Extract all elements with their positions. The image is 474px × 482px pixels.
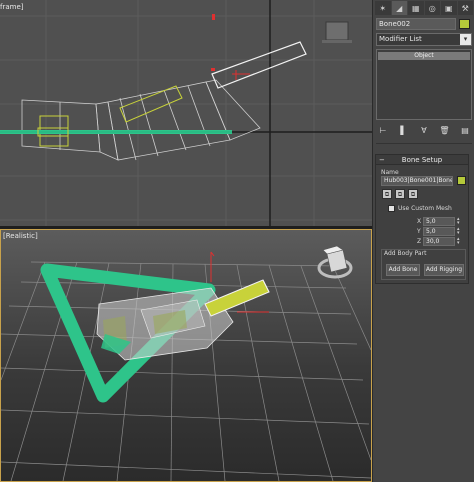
y-spinner[interactable]: ▴ ▾ bbox=[457, 227, 461, 236]
z-size-field[interactable]: 30,0 bbox=[423, 237, 455, 246]
viewport-label[interactable]: frame] bbox=[0, 2, 24, 12]
chevron-down-icon[interactable]: ▾ bbox=[460, 34, 471, 45]
paste-bone-icon[interactable]: ⧉ bbox=[395, 189, 405, 199]
object-color-swatch[interactable] bbox=[459, 19, 470, 29]
front-viewport-canvas bbox=[0, 0, 372, 226]
max-workspace: frame] [Realistic] ✶ ◢ ▦ ◎ ▣ ⚒ Bone002 M… bbox=[0, 0, 474, 482]
display-icon[interactable]: ▣ bbox=[441, 1, 457, 15]
hierarchy-icon[interactable]: ▦ bbox=[408, 1, 424, 15]
panel-divider bbox=[376, 143, 472, 144]
motion-icon[interactable]: ◎ bbox=[424, 1, 440, 15]
create-icon[interactable]: ✶ bbox=[375, 1, 391, 15]
utilities-icon[interactable]: ⚒ bbox=[457, 1, 473, 15]
stack-item-object[interactable]: Object bbox=[378, 52, 470, 60]
use-custom-mesh-checkbox[interactable] bbox=[388, 205, 395, 212]
modifier-stack[interactable]: Object bbox=[376, 49, 472, 120]
y-size-field[interactable]: 5,0 bbox=[423, 227, 455, 236]
viewport-perspective[interactable]: [Realistic] bbox=[0, 229, 372, 482]
view-cube-persp[interactable] bbox=[317, 245, 353, 279]
remove-modifier-icon[interactable]: 🗑 bbox=[438, 125, 452, 137]
add-body-part-label: Add Body Part bbox=[384, 250, 427, 257]
name-label: Name bbox=[381, 169, 399, 176]
make-unique-icon[interactable]: ∀ bbox=[417, 125, 431, 137]
bone-setup-rollout: − Bone Setup Name Hub003|Bone001|Bone00 … bbox=[375, 154, 469, 284]
perspective-viewport-canvas bbox=[1, 245, 371, 481]
paste-mirror-icon[interactable]: ⧉ bbox=[408, 189, 418, 199]
modifier-list-label: Modifier List bbox=[379, 35, 422, 43]
y-label: Y bbox=[417, 228, 421, 235]
modifier-list-dropdown[interactable]: Modifier List ▾ bbox=[376, 33, 472, 46]
add-bone-button[interactable]: Add Bone bbox=[386, 264, 420, 276]
object-name-field[interactable]: Bone002 bbox=[376, 18, 456, 30]
x-label: X bbox=[417, 218, 422, 225]
rollout-title: Bone Setup bbox=[401, 156, 443, 164]
bone-copy-tools: ⧉ ⧉ ⧉ bbox=[382, 189, 418, 199]
z-label: Z bbox=[417, 238, 422, 245]
stack-tools: ⊢ ▌ ∀ 🗑 ▤ bbox=[376, 124, 472, 138]
view-cube-top[interactable] bbox=[322, 21, 352, 43]
bone-color-swatch[interactable] bbox=[457, 176, 466, 185]
bone-chain-wire[interactable] bbox=[21, 79, 261, 161]
pin-stack-icon[interactable]: ⊢ bbox=[376, 125, 390, 137]
configure-sets-icon[interactable]: ▤ bbox=[458, 125, 472, 137]
rollout-title-bar[interactable]: − Bone Setup bbox=[376, 155, 468, 165]
add-rigging-button[interactable]: Add Rigging bbox=[424, 264, 464, 276]
viewport-front[interactable]: frame] bbox=[0, 0, 372, 226]
x-spinner[interactable]: ▴ ▾ bbox=[457, 217, 461, 226]
x-size-field[interactable]: 5,0 bbox=[423, 217, 455, 226]
command-panel-tabs: ✶ ◢ ▦ ◎ ▣ ⚒ bbox=[375, 1, 473, 15]
bone-name-field[interactable]: Hub003|Bone001|Bone00 bbox=[381, 176, 453, 186]
viewport-label-perspective[interactable]: [Realistic] bbox=[3, 231, 38, 241]
use-custom-mesh-label: Use Custom Mesh bbox=[398, 205, 452, 212]
show-end-result-icon[interactable]: ▌ bbox=[397, 125, 411, 137]
z-spinner[interactable]: ▴ ▾ bbox=[457, 237, 461, 246]
add-body-part-group: Add Body Part Add Bone Add Rigging bbox=[381, 249, 466, 280]
collapse-icon[interactable]: − bbox=[379, 155, 385, 165]
modify-icon[interactable]: ◢ bbox=[391, 1, 407, 15]
copy-bone-icon[interactable]: ⧉ bbox=[382, 189, 392, 199]
